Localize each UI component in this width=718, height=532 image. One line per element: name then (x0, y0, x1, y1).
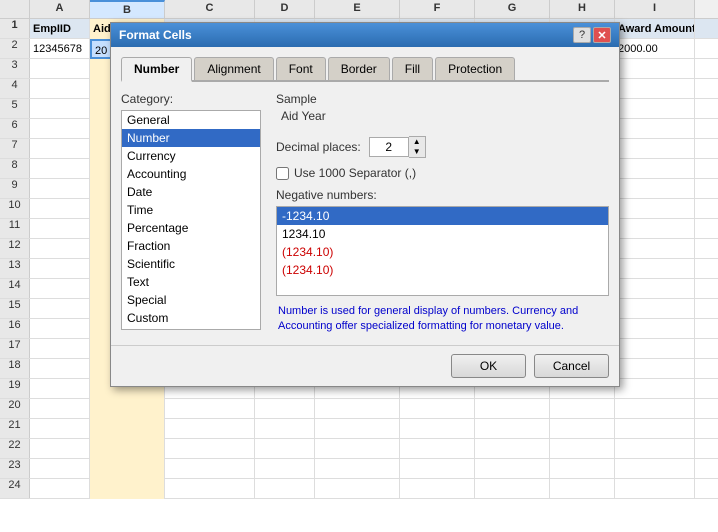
decimal-places-row: Decimal places: ▲ ▼ (276, 136, 609, 158)
decimal-places-label: Decimal places: (276, 140, 361, 154)
dialog-close-button[interactable]: ✕ (593, 27, 611, 43)
category-item-general[interactable]: General (122, 111, 260, 129)
category-item-accounting[interactable]: Accounting (122, 165, 260, 183)
corner-cell (0, 0, 30, 18)
col-header-e[interactable]: E (315, 0, 400, 18)
col-header-b[interactable]: B (90, 0, 165, 18)
spinner-buttons: ▲ ▼ (409, 136, 426, 158)
main-area: Category: General Number Currency Accoun… (121, 92, 609, 335)
dialog-title: Format Cells (119, 28, 192, 42)
negative-numbers-label: Negative numbers: (276, 188, 609, 202)
category-item-date[interactable]: Date (122, 183, 260, 201)
category-item-text[interactable]: Text (122, 273, 260, 291)
category-section: Category: General Number Currency Accoun… (121, 92, 261, 335)
spinner-up-button[interactable]: ▲ (409, 137, 425, 147)
sample-box: Sample Aid Year (276, 92, 609, 126)
dialog-content: Number Alignment Font Border Fill Protec… (111, 47, 619, 345)
format-cells-dialog: Format Cells ? ✕ Number Alignment Font B… (110, 22, 620, 387)
neg-item-2[interactable]: (1234.10) (277, 243, 608, 261)
neg-item-1[interactable]: 1234.10 (277, 225, 608, 243)
decimal-places-input[interactable] (369, 137, 409, 157)
category-item-currency[interactable]: Currency (122, 147, 260, 165)
ok-button[interactable]: OK (451, 354, 526, 378)
cell-i1[interactable]: Award Amount (615, 19, 695, 39)
table-row: 24 (0, 479, 718, 499)
tab-font[interactable]: Font (276, 57, 326, 80)
tab-fill[interactable]: Fill (392, 57, 433, 80)
row-num: 2 (0, 39, 30, 58)
col-header-i[interactable]: I (615, 0, 695, 18)
neg-item-0[interactable]: -1234.10 (277, 207, 608, 225)
cell-a2[interactable]: 12345678 (30, 39, 90, 59)
col-header-d[interactable]: D (255, 0, 315, 18)
right-panel: Sample Aid Year Decimal places: ▲ ▼ (276, 92, 609, 335)
dialog-title-buttons: ? ✕ (573, 27, 611, 43)
category-item-time[interactable]: Time (122, 201, 260, 219)
col-header-g[interactable]: G (475, 0, 550, 18)
cancel-button[interactable]: Cancel (534, 354, 609, 378)
col-header-f[interactable]: F (400, 0, 475, 18)
info-text: Number is used for general display of nu… (276, 304, 609, 335)
cell-i2[interactable]: 2000.00 (615, 39, 695, 59)
separator-row: Use 1000 Separator (,) (276, 166, 609, 180)
column-headers: A B C D E F G H I (0, 0, 718, 19)
neg-item-3[interactable]: (1234.10) (277, 261, 608, 279)
cell-a1[interactable]: EmpIID (30, 19, 90, 39)
dialog-help-button[interactable]: ? (573, 27, 591, 43)
negative-numbers-list[interactable]: -1234.10 1234.10 (1234.10) (1234.10) (276, 206, 609, 296)
sample-value: Aid Year (276, 106, 609, 126)
dialog-titlebar: Format Cells ? ✕ (111, 23, 619, 47)
tab-number[interactable]: Number (121, 57, 192, 82)
separator-label: Use 1000 Separator (,) (294, 166, 416, 180)
sample-label: Sample (276, 92, 609, 106)
separator-checkbox[interactable] (276, 167, 289, 180)
negative-numbers-section: Negative numbers: -1234.10 1234.10 (1234… (276, 188, 609, 296)
category-list[interactable]: General Number Currency Accounting Date … (121, 110, 261, 330)
table-row: 21 (0, 419, 718, 439)
category-label: Category: (121, 92, 261, 106)
decimal-places-spinner: ▲ ▼ (369, 136, 426, 158)
category-item-percentage[interactable]: Percentage (122, 219, 260, 237)
dialog-footer: OK Cancel (111, 345, 619, 386)
tab-border[interactable]: Border (328, 57, 390, 80)
table-row: 20 (0, 399, 718, 419)
col-header-h[interactable]: H (550, 0, 615, 18)
category-item-special[interactable]: Special (122, 291, 260, 309)
col-header-c[interactable]: C (165, 0, 255, 18)
row-num: 1 (0, 19, 30, 38)
col-header-a[interactable]: A (30, 0, 90, 18)
category-item-custom[interactable]: Custom (122, 309, 260, 327)
spinner-down-button[interactable]: ▼ (409, 147, 425, 157)
table-row: 23 (0, 459, 718, 479)
tab-bar: Number Alignment Font Border Fill Protec… (121, 57, 609, 82)
tab-protection[interactable]: Protection (435, 57, 515, 80)
category-item-number[interactable]: Number (122, 129, 260, 147)
category-item-fraction[interactable]: Fraction (122, 237, 260, 255)
table-row: 22 (0, 439, 718, 459)
category-item-scientific[interactable]: Scientific (122, 255, 260, 273)
tab-alignment[interactable]: Alignment (194, 57, 273, 80)
